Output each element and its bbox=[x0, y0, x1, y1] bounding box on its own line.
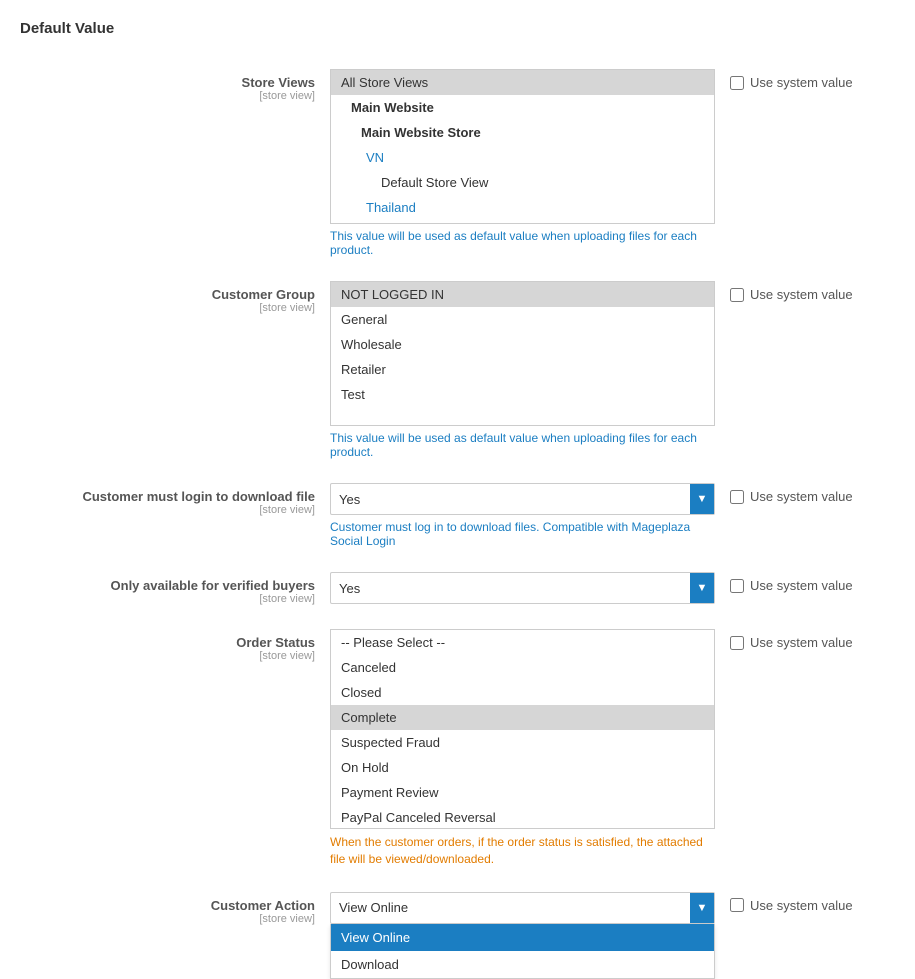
store-views-item-vn[interactable]: VN bbox=[331, 145, 714, 170]
store-views-item-main-website[interactable]: Main Website bbox=[331, 95, 714, 120]
store-views-item-all[interactable]: All Store Views bbox=[331, 70, 714, 95]
verified-buyers-value: Yes bbox=[339, 581, 360, 596]
must-login-field: Yes ▼ Customer must log in to download f… bbox=[330, 483, 715, 548]
verified-buyers-dropdown-wrapper: Yes ▼ bbox=[330, 572, 715, 604]
customer-action-value: View Online bbox=[339, 900, 408, 915]
customer-group-listbox[interactable]: NOT LOGGED IN General Wholesale Retailer… bbox=[330, 281, 715, 426]
store-views-sub-label: [store view] bbox=[20, 90, 315, 102]
store-views-system-label: Use system value bbox=[750, 75, 853, 90]
order-status-item-on-hold[interactable]: On Hold bbox=[331, 755, 714, 780]
order-status-hint: When the customer orders, if the order s… bbox=[330, 834, 715, 868]
store-views-system-col: Use system value bbox=[715, 69, 895, 90]
store-views-listbox[interactable]: All Store Views Main Website Main Websit… bbox=[330, 69, 715, 224]
verified-buyers-system-col: Use system value bbox=[715, 572, 895, 593]
must-login-hint-text: Customer must log in to download files. bbox=[330, 520, 539, 534]
store-views-label: Store Views bbox=[20, 75, 315, 90]
customer-action-system-col: Use system value bbox=[715, 892, 895, 913]
must-login-value: Yes bbox=[339, 492, 360, 507]
customer-group-item-not-logged[interactable]: NOT LOGGED IN bbox=[331, 282, 714, 307]
must-login-row: Customer must login to download file [st… bbox=[0, 471, 915, 560]
must-login-system-col: Use system value bbox=[715, 483, 895, 504]
store-views-field: All Store Views Main Website Main Websit… bbox=[330, 69, 715, 257]
customer-group-field: NOT LOGGED IN General Wholesale Retailer… bbox=[330, 281, 715, 459]
order-status-listbox[interactable]: -- Please Select -- Canceled Closed Comp… bbox=[330, 629, 715, 829]
customer-group-sub-label: [store view] bbox=[20, 302, 315, 314]
must-login-label-col: Customer must login to download file [st… bbox=[20, 483, 330, 516]
store-views-label-col: Store Views [store view] bbox=[20, 69, 330, 102]
verified-buyers-arrow-icon: ▼ bbox=[690, 573, 714, 603]
customer-action-arrow-icon: ▼ bbox=[690, 893, 714, 923]
verified-buyers-system-label: Use system value bbox=[750, 578, 853, 593]
order-status-system-label: Use system value bbox=[750, 635, 853, 650]
customer-action-menu[interactable]: View Online Download bbox=[330, 924, 715, 979]
customer-action-system-checkbox[interactable] bbox=[730, 898, 744, 912]
order-status-item-closed[interactable]: Closed bbox=[331, 680, 714, 705]
customer-group-system-checkbox[interactable] bbox=[730, 288, 744, 302]
customer-action-sub-label: [store view] bbox=[20, 913, 315, 925]
verified-buyers-dropdown[interactable]: Yes ▼ bbox=[330, 572, 715, 604]
customer-group-row: Customer Group [store view] NOT LOGGED I… bbox=[0, 269, 915, 471]
customer-group-system-label: Use system value bbox=[750, 287, 853, 302]
verified-buyers-label-col: Only available for verified buyers [stor… bbox=[20, 572, 330, 605]
order-status-system-checkbox[interactable] bbox=[730, 636, 744, 650]
customer-group-item-test[interactable]: Test bbox=[331, 382, 714, 407]
customer-action-option-download[interactable]: Download bbox=[331, 951, 714, 978]
store-views-item-default-store[interactable]: Default Store View bbox=[331, 170, 714, 195]
customer-group-item-retailer[interactable]: Retailer bbox=[331, 357, 714, 382]
verified-buyers-system-checkbox[interactable] bbox=[730, 579, 744, 593]
customer-group-item-wholesale[interactable]: Wholesale bbox=[331, 332, 714, 357]
verified-buyers-sub-label: [store view] bbox=[20, 593, 315, 605]
order-status-system-col: Use system value bbox=[715, 629, 895, 650]
order-status-item-please-select[interactable]: -- Please Select -- bbox=[331, 630, 714, 655]
verified-buyers-field: Yes ▼ bbox=[330, 572, 715, 604]
order-status-hint-text: When the customer orders, if the order s… bbox=[330, 835, 703, 866]
store-views-row: Store Views [store view] All Store Views… bbox=[0, 57, 915, 269]
verified-buyers-row: Only available for verified buyers [stor… bbox=[0, 560, 915, 617]
order-status-label: Order Status bbox=[20, 635, 315, 650]
customer-group-label: Customer Group bbox=[20, 287, 315, 302]
customer-group-item-general[interactable]: General bbox=[331, 307, 714, 332]
page-title: Default Value bbox=[0, 20, 915, 57]
store-views-item-thailand[interactable]: Thailand bbox=[331, 195, 714, 220]
must-login-system-checkbox[interactable] bbox=[730, 490, 744, 504]
customer-action-row: Customer Action [store view] View Online… bbox=[0, 880, 915, 937]
customer-action-label: Customer Action bbox=[20, 898, 315, 913]
customer-action-option-view-online[interactable]: View Online bbox=[331, 924, 714, 951]
customer-group-hint: This value will be used as default value… bbox=[330, 431, 715, 459]
order-status-label-col: Order Status [store view] bbox=[20, 629, 330, 662]
order-status-sub-label: [store view] bbox=[20, 650, 315, 662]
order-status-item-canceled[interactable]: Canceled bbox=[331, 655, 714, 680]
store-views-item-main-website-store[interactable]: Main Website Store bbox=[331, 120, 714, 145]
customer-action-dropdown-wrapper: View Online ▼ View Online Download bbox=[330, 892, 715, 924]
order-status-item-payment-review[interactable]: Payment Review bbox=[331, 780, 714, 805]
customer-group-label-col: Customer Group [store view] bbox=[20, 281, 330, 314]
must-login-hint: Customer must log in to download files. … bbox=[330, 520, 715, 548]
must-login-label: Customer must login to download file bbox=[20, 489, 315, 504]
customer-group-system-col: Use system value bbox=[715, 281, 895, 302]
store-views-hint: This value will be used as default value… bbox=[330, 229, 715, 257]
must-login-dropdown[interactable]: Yes ▼ bbox=[330, 483, 715, 515]
customer-action-field: View Online ▼ View Online Download bbox=[330, 892, 715, 924]
customer-action-system-label: Use system value bbox=[750, 898, 853, 913]
order-status-item-suspected-fraud[interactable]: Suspected Fraud bbox=[331, 730, 714, 755]
order-status-row: Order Status [store view] -- Please Sele… bbox=[0, 617, 915, 880]
must-login-sub-label: [store view] bbox=[20, 504, 315, 516]
must-login-arrow-icon: ▼ bbox=[690, 484, 714, 514]
must-login-dropdown-wrapper: Yes ▼ bbox=[330, 483, 715, 515]
customer-action-label-col: Customer Action [store view] bbox=[20, 892, 330, 925]
store-views-system-checkbox[interactable] bbox=[730, 76, 744, 90]
must-login-system-label: Use system value bbox=[750, 489, 853, 504]
order-status-item-complete[interactable]: Complete bbox=[331, 705, 714, 730]
order-status-field: -- Please Select -- Canceled Closed Comp… bbox=[330, 629, 715, 868]
customer-action-dropdown[interactable]: View Online ▼ bbox=[330, 892, 715, 924]
verified-buyers-label: Only available for verified buyers bbox=[20, 578, 315, 593]
order-status-item-paypal-canceled[interactable]: PayPal Canceled Reversal bbox=[331, 805, 714, 829]
